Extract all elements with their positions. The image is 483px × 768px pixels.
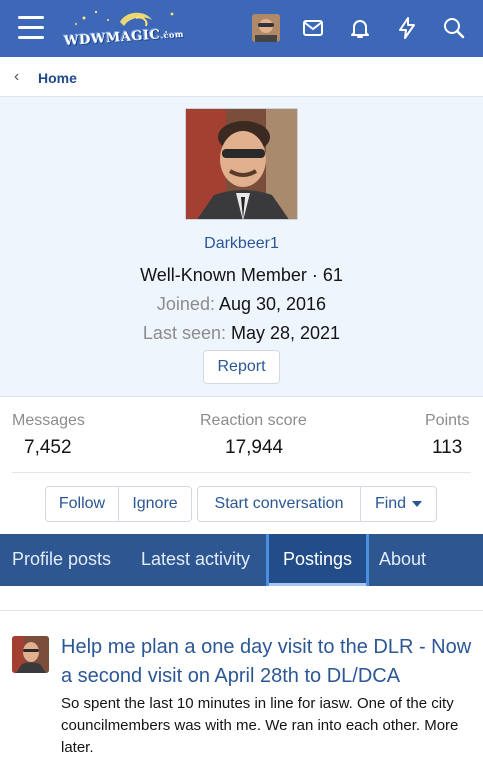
tab-about[interactable]: About — [379, 534, 426, 586]
top-nav-bar: WDWMAGIC.com — [0, 0, 483, 57]
section-divider — [0, 610, 483, 611]
menu-icon[interactable] — [18, 16, 44, 40]
last-seen-label: Last seen: — [142, 323, 226, 343]
reaction-score-label: Reaction score — [200, 412, 307, 429]
stats-divider — [12, 472, 471, 473]
tab-postings[interactable]: Postings — [269, 534, 366, 586]
profile-tabs: Profile posts Latest activity Postings A… — [0, 534, 483, 586]
search-icon[interactable] — [442, 16, 466, 40]
last-seen: Last seen: May 28, 2021 — [0, 323, 483, 344]
caret-down-icon — [412, 500, 423, 507]
last-seen-value: May 28, 2021 — [231, 323, 341, 343]
find-label: Find — [374, 495, 407, 512]
find-dropdown-button[interactable]: Find — [360, 486, 437, 522]
member-title: Well-Known Member · 61 — [140, 265, 343, 285]
user-avatar[interactable] — [252, 14, 280, 42]
follow-button[interactable]: Follow — [45, 486, 119, 522]
tab-profile-posts[interactable]: Profile posts — [12, 534, 111, 586]
bell-icon[interactable] — [348, 16, 372, 40]
breadcrumb: ‹ Home — [0, 57, 483, 97]
post-author-avatar[interactable] — [12, 636, 49, 673]
reaction-score-value[interactable]: 17,944 — [225, 437, 283, 459]
messages-label: Messages — [12, 412, 85, 429]
points-label: Points — [425, 412, 470, 429]
post-title-link[interactable]: Help me plan a one day visit to the DLR … — [61, 633, 473, 691]
start-conversation-button[interactable]: Start conversation — [197, 486, 361, 522]
joined-value: Aug 30, 2016 — [218, 294, 327, 314]
profile-header: Darkbeer1 Well-Known Member · 61 Joined:… — [0, 97, 483, 397]
messages-value[interactable]: 7,452 — [24, 437, 72, 459]
report-button[interactable]: Report — [203, 350, 280, 384]
joined-label: Joined: — [156, 294, 215, 314]
breadcrumb-home-link[interactable]: Home — [38, 70, 77, 86]
joined-date: Joined: Aug 30, 2016 — [0, 294, 483, 315]
site-logo[interactable]: WDWMAGIC.com — [62, 8, 184, 52]
post-snippet: So spent the last 10 minutes in line for… — [61, 695, 459, 756]
tab-separator — [366, 534, 369, 586]
lightning-icon[interactable] — [395, 16, 419, 40]
ignore-button[interactable]: Ignore — [118, 486, 192, 522]
mail-icon[interactable] — [301, 16, 325, 40]
profile-avatar[interactable] — [185, 108, 298, 220]
chevron-left-icon: ‹ — [14, 68, 20, 85]
tab-latest-activity[interactable]: Latest activity — [141, 534, 250, 586]
profile-username[interactable]: Darkbeer1 — [0, 235, 483, 253]
points-value[interactable]: 113 — [432, 437, 462, 459]
